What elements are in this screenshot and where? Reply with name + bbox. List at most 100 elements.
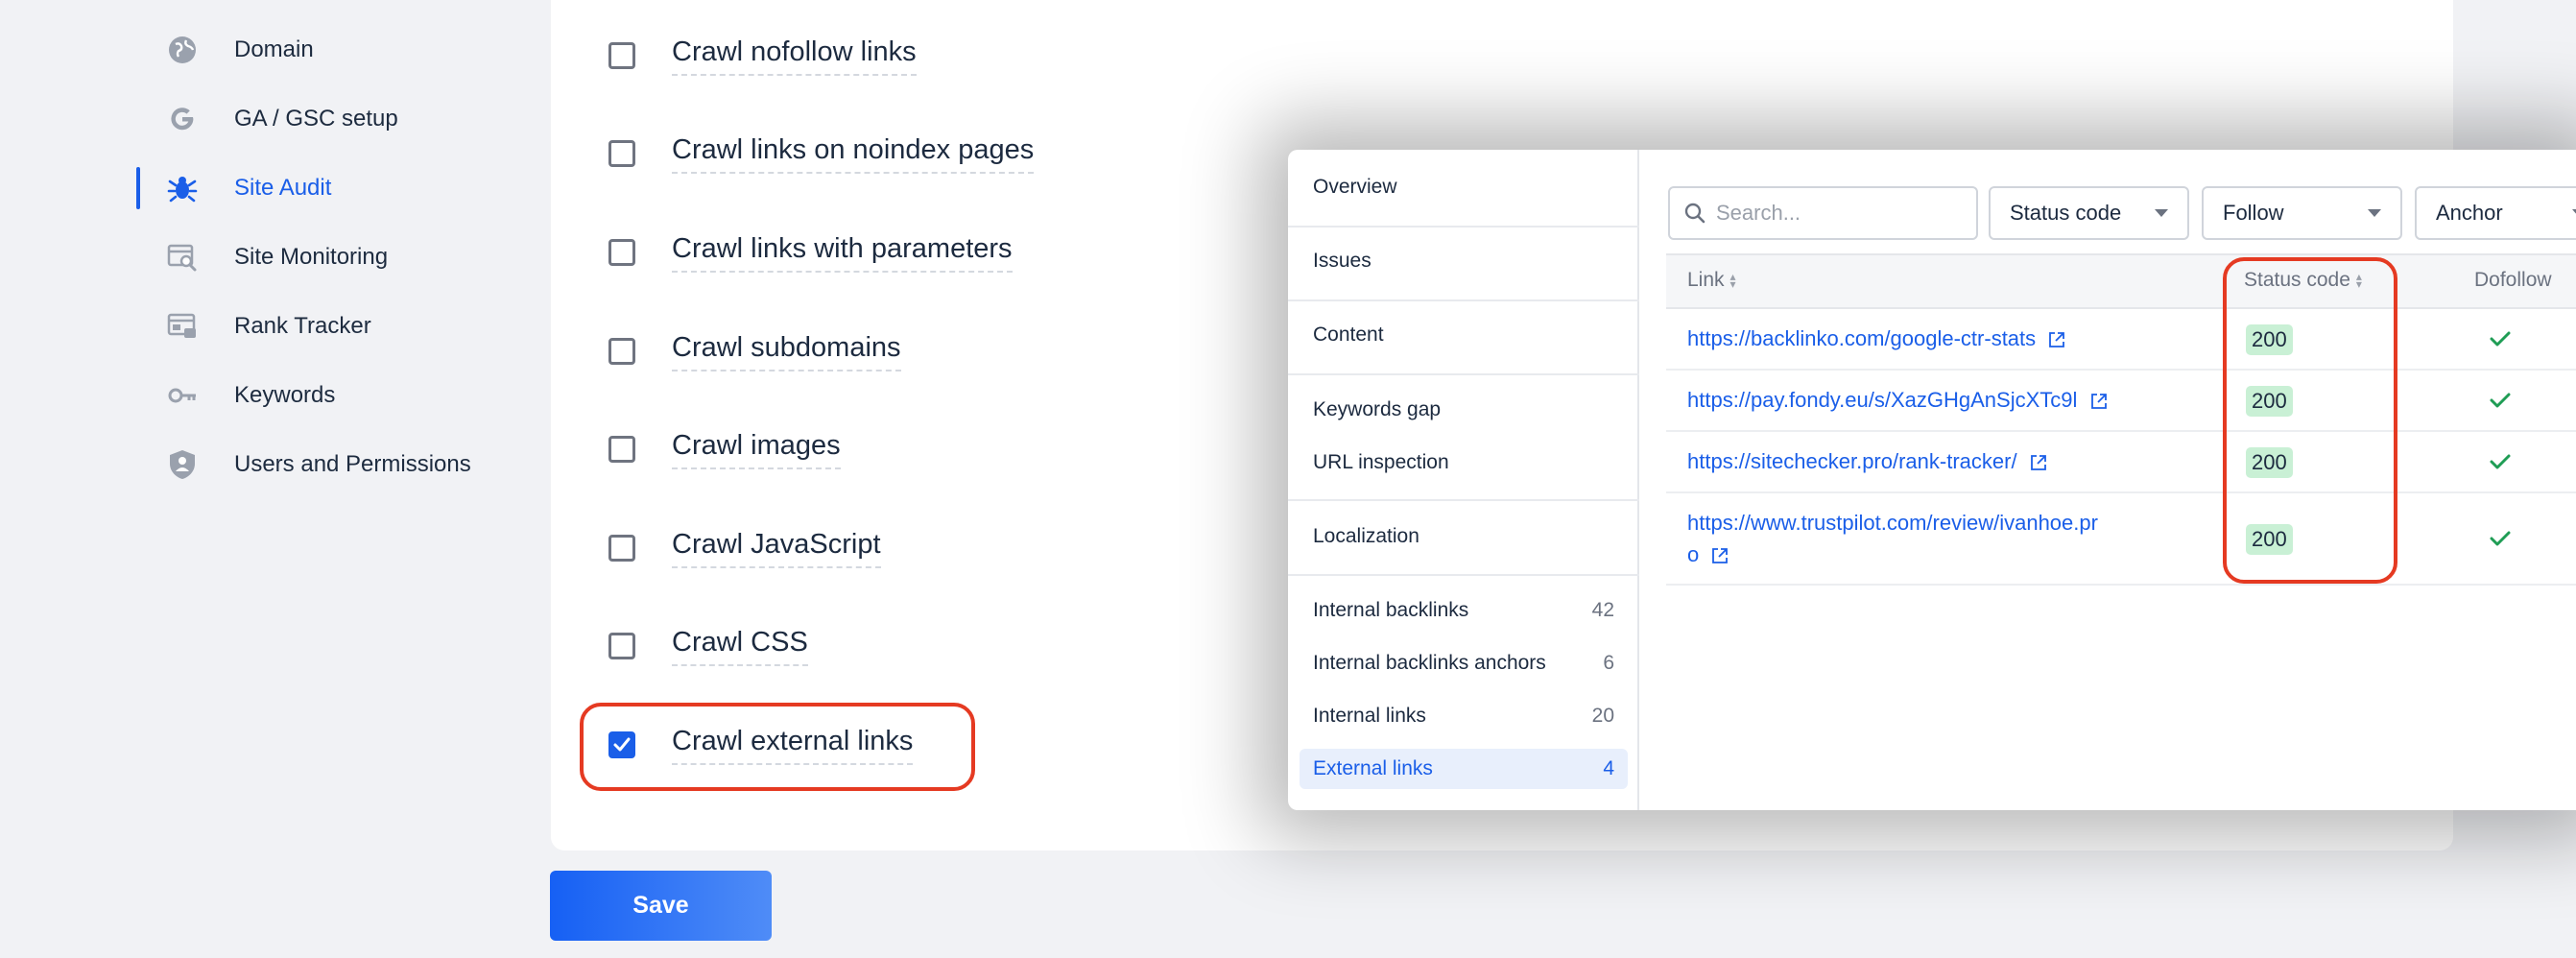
option-crawl-images[interactable]: Crawl images: [608, 420, 841, 478]
report-nav-label: Content: [1313, 323, 1384, 346]
sidebar-item-label: Rank Tracker: [234, 313, 371, 339]
sidebar-item-site-monitoring[interactable]: Site Monitoring: [136, 228, 520, 286]
report-nav: Overview Issues Content Keywords gap URL…: [1288, 150, 1639, 810]
report-nav-label: Internal backlinks anchors: [1313, 652, 1546, 674]
divider: [1288, 299, 1639, 301]
report-nav-overview[interactable]: Overview: [1300, 167, 1628, 207]
sidebar-item-site-audit[interactable]: Site Audit: [136, 159, 520, 217]
save-button[interactable]: Save: [550, 871, 772, 941]
report-nav-label: Internal links: [1313, 705, 1426, 727]
check-icon: [2490, 393, 2511, 408]
status-code-filter[interactable]: Status code: [1989, 186, 2189, 240]
filter-label: Anchor: [2436, 201, 2503, 225]
option-label: Crawl subdomains: [672, 332, 901, 371]
caret-down-icon: [2572, 209, 2576, 217]
external-link-icon[interactable]: [1710, 546, 1729, 565]
check-icon: [2490, 531, 2511, 546]
external-link-icon[interactable]: [2089, 392, 2109, 411]
option-crawl-javascript[interactable]: Crawl JavaScript: [608, 519, 881, 577]
option-label: Crawl CSS: [672, 627, 808, 666]
link-cell[interactable]: https://pay.fondy.eu/s/XazGHgAnSjcXTc9l: [1687, 384, 2109, 416]
option-label: Crawl nofollow links: [672, 36, 917, 76]
report-nav-label: URL inspection: [1313, 451, 1449, 473]
table-row: https://sitechecker.pro/rank-tracker/ 20…: [1666, 432, 2576, 493]
link-cell[interactable]: https://sitechecker.pro/rank-tracker/: [1687, 445, 2048, 477]
report-nav-label: Issues: [1313, 250, 1371, 272]
report-nav-internal-backlinks-anchors[interactable]: Internal backlinks anchors 6: [1300, 643, 1628, 683]
external-links-table-area: Status code Follow Anchor Link ▴▾ Status…: [1639, 150, 2576, 810]
divider: [1288, 226, 1639, 228]
report-nav-url-inspection[interactable]: URL inspection: [1300, 443, 1628, 483]
caret-down-icon: [2368, 209, 2381, 217]
monitor-search-icon: [165, 240, 200, 275]
link-text[interactable]: https://www.trustpilot.com/review/ivanho…: [1687, 511, 2098, 535]
link-text[interactable]: https://sitechecker.pro/rank-tracker/: [1687, 449, 2017, 473]
link-text[interactable]: https://backlinko.com/google-ctr-stats: [1687, 326, 2036, 350]
report-nav-localization[interactable]: Localization: [1300, 516, 1628, 557]
report-nav-issues[interactable]: Issues: [1300, 241, 1628, 281]
sidebar-item-ga-gsc-setup[interactable]: GA / GSC setup: [136, 90, 520, 148]
header-label: Dofollow: [2474, 269, 2552, 291]
report-nav-internal-backlinks[interactable]: Internal backlinks 42: [1300, 590, 1628, 631]
option-label: Crawl links on noindex pages: [672, 134, 1035, 174]
bug-icon: [165, 171, 200, 205]
report-nav-label: Localization: [1313, 525, 1419, 547]
link-cell[interactable]: https://backlinko.com/google-ctr-stats: [1687, 323, 2066, 354]
checkbox[interactable]: [608, 42, 635, 69]
link-cell[interactable]: https://www.trustpilot.com/review/ivanho…: [1687, 507, 2186, 570]
highlight-crawl-external-links: [580, 703, 975, 791]
search-box[interactable]: [1668, 186, 1978, 240]
checkbox[interactable]: [608, 239, 635, 266]
table-row: https://pay.fondy.eu/s/XazGHgAnSjcXTc9l …: [1666, 371, 2576, 432]
option-crawl-parameters[interactable]: Crawl links with parameters: [608, 224, 1013, 281]
sidebar-item-label: Site Audit: [234, 175, 332, 201]
globe-icon: [165, 33, 200, 67]
sidebar-item-rank-tracker[interactable]: Rank Tracker: [136, 298, 520, 355]
header-label: Link: [1687, 269, 1725, 291]
settings-sidebar: Domain GA / GSC setup Site Audit Site Mo…: [0, 0, 537, 958]
report-nav-external-links[interactable]: External links 4: [1300, 749, 1628, 789]
follow-filter[interactable]: Follow: [2202, 186, 2402, 240]
count-badge: 20: [1591, 705, 1614, 727]
checkbox[interactable]: [608, 140, 635, 167]
sidebar-item-label: GA / GSC setup: [234, 106, 398, 132]
sidebar-item-users-and-permissions[interactable]: Users and Permissions: [136, 436, 520, 493]
sidebar-item-label: Keywords: [234, 382, 336, 408]
search-icon: [1684, 203, 1705, 224]
check-icon: [2490, 331, 2511, 347]
divider: [1288, 373, 1639, 375]
option-label: Crawl images: [672, 430, 841, 469]
google-icon: [165, 102, 200, 136]
column-header-link[interactable]: Link ▴ ▾: [1687, 269, 1736, 292]
divider: [1288, 499, 1639, 501]
external-link-icon[interactable]: [2047, 330, 2066, 349]
sidebar-item-keywords[interactable]: Keywords: [136, 367, 520, 424]
filter-label: Follow: [2223, 201, 2284, 225]
table-row: https://backlinko.com/google-ctr-stats 2…: [1666, 309, 2576, 371]
rank-tracker-icon: [165, 309, 200, 344]
anchor-filter[interactable]: Anchor: [2415, 186, 2576, 240]
option-crawl-subdomains[interactable]: Crawl subdomains: [608, 323, 901, 380]
option-label: Crawl links with parameters: [672, 233, 1013, 273]
count-badge: 4: [1603, 757, 1614, 779]
link-text-continued[interactable]: o: [1687, 542, 1699, 566]
option-crawl-css[interactable]: Crawl CSS: [608, 617, 808, 675]
report-nav-content[interactable]: Content: [1300, 315, 1628, 355]
option-label: Crawl JavaScript: [672, 529, 881, 568]
count-badge: 6: [1603, 652, 1614, 674]
report-nav-keywords-gap[interactable]: Keywords gap: [1300, 390, 1628, 430]
checkbox[interactable]: [608, 633, 635, 659]
checkbox[interactable]: [608, 436, 635, 463]
checkbox[interactable]: [608, 535, 635, 562]
external-link-icon[interactable]: [2029, 453, 2048, 472]
search-input[interactable]: [1716, 201, 1956, 226]
link-text[interactable]: https://pay.fondy.eu/s/XazGHgAnSjcXTc9l: [1687, 388, 2077, 412]
key-icon: [165, 378, 200, 413]
sidebar-item-domain[interactable]: Domain: [136, 21, 520, 79]
report-nav-internal-links[interactable]: Internal links 20: [1300, 696, 1628, 736]
column-header-dofollow[interactable]: Dofollow: [2474, 269, 2552, 292]
report-nav-label: Internal backlinks: [1313, 599, 1469, 621]
checkbox[interactable]: [608, 338, 635, 365]
option-crawl-nofollow[interactable]: Crawl nofollow links: [608, 27, 917, 84]
option-crawl-noindex[interactable]: Crawl links on noindex pages: [608, 125, 1035, 182]
